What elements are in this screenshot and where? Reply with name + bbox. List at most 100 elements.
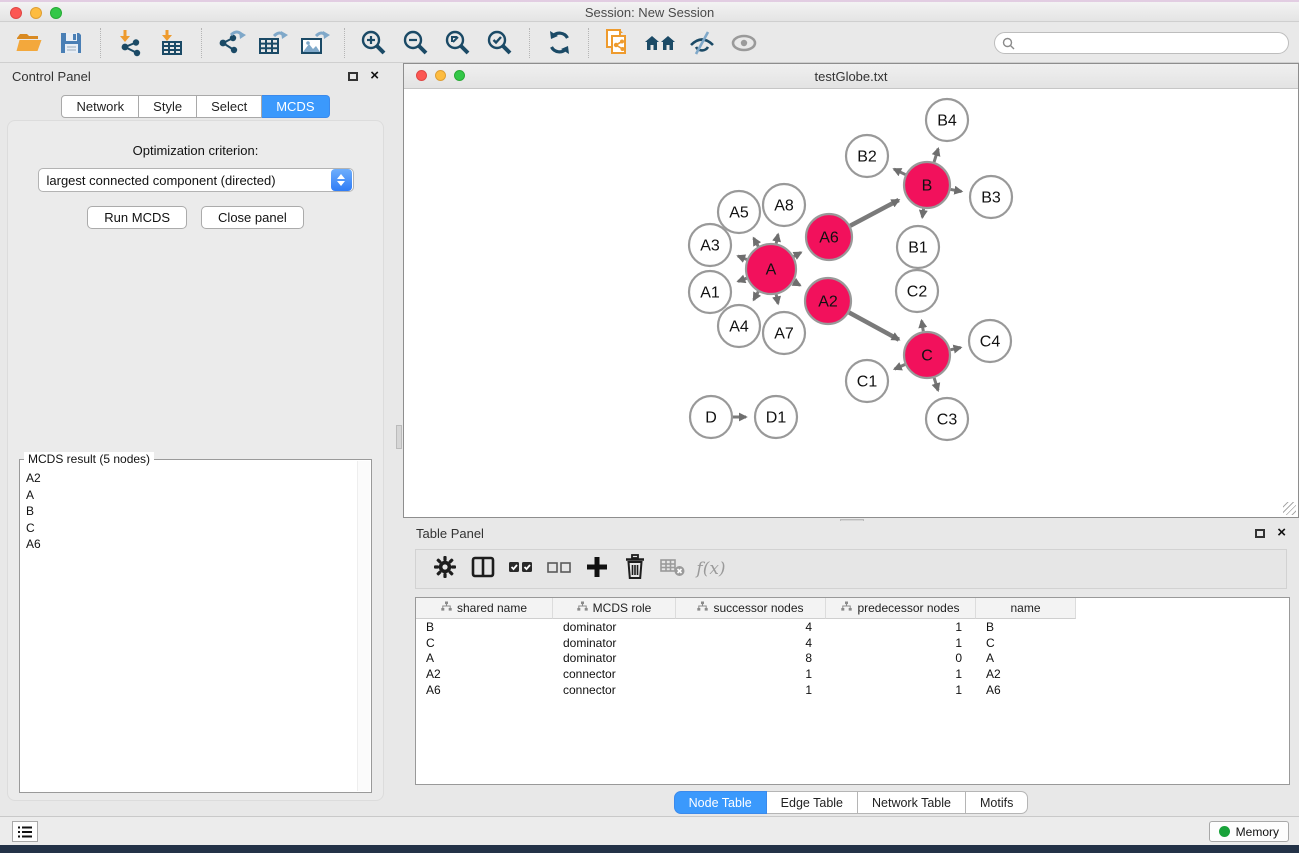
run-mcds-button[interactable]: Run MCDS: [87, 206, 187, 229]
close-panel-button[interactable]: Close panel: [201, 206, 304, 229]
graph-edge-A-A2[interactable]: [794, 282, 800, 286]
column-header-name[interactable]: name: [976, 598, 1076, 619]
task-history-button[interactable]: [12, 821, 38, 842]
memory-button[interactable]: Memory: [1209, 821, 1289, 842]
table-row[interactable]: Bdominator41B: [416, 619, 1289, 635]
graph-edge-C-C4[interactable]: [950, 348, 960, 350]
graph-edge-A-A7[interactable]: [776, 294, 778, 303]
refresh-button[interactable]: [538, 27, 580, 59]
table-cell[interactable]: 0: [826, 651, 976, 665]
network-window-titlebar[interactable]: testGlobe.txt: [404, 64, 1298, 89]
graph-edge-A-A6[interactable]: [794, 252, 801, 256]
table-cell[interactable]: connector: [553, 667, 676, 681]
add-column-button[interactable]: [578, 553, 616, 585]
tab-motifs[interactable]: Motifs: [966, 791, 1028, 814]
first-neighbors-button[interactable]: [639, 27, 681, 59]
float-panel-icon[interactable]: [348, 72, 358, 81]
table-cell[interactable]: A6: [416, 683, 553, 697]
table-cell[interactable]: 1: [676, 683, 826, 697]
import-table-button[interactable]: [151, 27, 193, 59]
window-resize-grip[interactable]: [1283, 502, 1296, 515]
graph-edge-B-B4[interactable]: [934, 149, 938, 162]
table-cell[interactable]: B: [416, 620, 553, 634]
tab-network-table[interactable]: Network Table: [858, 791, 966, 814]
table-cell[interactable]: dominator: [553, 620, 676, 634]
zoom-out-button[interactable]: [395, 27, 437, 59]
table-cell[interactable]: 1: [826, 620, 976, 634]
criterion-dropdown[interactable]: largest connected component (directed): [38, 168, 354, 192]
tab-mcds[interactable]: MCDS: [262, 95, 329, 118]
search-box[interactable]: [994, 32, 1289, 54]
table-cell[interactable]: 8: [676, 651, 826, 665]
graph-edge-C-C3[interactable]: [934, 378, 938, 390]
vertical-splitter-handle[interactable]: [396, 425, 402, 449]
graph-edge-B-B1[interactable]: [922, 209, 923, 218]
tab-network[interactable]: Network: [61, 95, 139, 118]
tab-node-table[interactable]: Node Table: [674, 791, 767, 814]
column-header-MCDS-role[interactable]: MCDS role: [553, 598, 676, 619]
close-table-panel-icon[interactable]: ×: [1277, 528, 1286, 538]
column-header-successor-nodes[interactable]: successor nodes: [676, 598, 826, 619]
network-from-selection-button[interactable]: [597, 27, 639, 59]
table-cell[interactable]: connector: [553, 683, 676, 697]
graph-edge-A2-C[interactable]: [849, 312, 899, 339]
table-cell[interactable]: A: [416, 651, 553, 665]
table-cell[interactable]: 1: [826, 667, 976, 681]
save-session-button[interactable]: [50, 27, 92, 59]
table-cell[interactable]: A: [976, 651, 1076, 665]
table-row[interactable]: A6connector11A6: [416, 682, 1289, 698]
open-file-button[interactable]: [8, 27, 50, 59]
graph-edge-A-A4[interactable]: [754, 292, 759, 300]
table-cell[interactable]: 1: [676, 667, 826, 681]
search-input[interactable]: [1015, 36, 1288, 50]
graph-edge-C-C2[interactable]: [922, 321, 924, 332]
table-cell[interactable]: 1: [826, 683, 976, 697]
graph-edge-B-B3[interactable]: [951, 189, 962, 191]
export-image-button[interactable]: [294, 27, 336, 59]
zoom-in-button[interactable]: [353, 27, 395, 59]
table-cell[interactable]: dominator: [553, 651, 676, 665]
float-table-panel-icon[interactable]: [1255, 529, 1265, 538]
export-network-button[interactable]: [210, 27, 252, 59]
table-cell[interactable]: A6: [976, 683, 1076, 697]
tab-edge-table[interactable]: Edge Table: [767, 791, 858, 814]
zoom-fit-button[interactable]: [437, 27, 479, 59]
import-network-button[interactable]: [109, 27, 151, 59]
column-header-shared-name[interactable]: shared name: [416, 598, 553, 619]
tab-select[interactable]: Select: [197, 95, 262, 118]
graph-edge-A-A8[interactable]: [776, 234, 778, 243]
table-cell[interactable]: 4: [676, 620, 826, 634]
graph-edge-C-C1[interactable]: [895, 365, 905, 370]
table-cell[interactable]: C: [976, 636, 1076, 650]
table-row[interactable]: Adominator80A: [416, 651, 1289, 667]
table-cell[interactable]: B: [976, 620, 1076, 634]
graph-edge-B-B2[interactable]: [894, 169, 905, 175]
toggle-panels-button[interactable]: [464, 553, 502, 585]
zoom-selected-button[interactable]: [479, 27, 521, 59]
show-all-button[interactable]: [723, 27, 765, 59]
table-cell[interactable]: C: [416, 636, 553, 650]
table-cell[interactable]: A2: [416, 667, 553, 681]
table-row[interactable]: A2connector11A2: [416, 666, 1289, 682]
table-cell[interactable]: 4: [676, 636, 826, 650]
export-table-button[interactable]: [252, 27, 294, 59]
hide-selected-button[interactable]: [681, 27, 723, 59]
graph-edge-A6-B[interactable]: [850, 200, 899, 226]
table-cell[interactable]: 1: [826, 636, 976, 650]
mcds-result-scrollbar[interactable]: [357, 461, 370, 791]
delete-column-button[interactable]: [616, 553, 654, 585]
table-cell[interactable]: A2: [976, 667, 1076, 681]
table-settings-button[interactable]: [426, 553, 464, 585]
graph-edge-A-A3[interactable]: [738, 256, 747, 259]
tab-style[interactable]: Style: [139, 95, 197, 118]
network-canvas[interactable]: B4B2BB3A5A8A6A3B1AC2A1A2A4A7C4CC1DD1C3: [404, 89, 1298, 517]
close-panel-icon[interactable]: ×: [370, 71, 379, 81]
table-cell[interactable]: dominator: [553, 636, 676, 650]
graph-edge-A-A1[interactable]: [738, 278, 747, 281]
graph-edge-A-A5[interactable]: [754, 238, 759, 246]
mcds-result-list[interactable]: A2ABCA6: [26, 470, 357, 790]
select-all-columns-button[interactable]: [502, 553, 540, 585]
table-row[interactable]: Cdominator41C: [416, 635, 1289, 651]
unselect-all-columns-button[interactable]: [540, 553, 578, 585]
column-header-predecessor-nodes[interactable]: predecessor nodes: [826, 598, 976, 619]
